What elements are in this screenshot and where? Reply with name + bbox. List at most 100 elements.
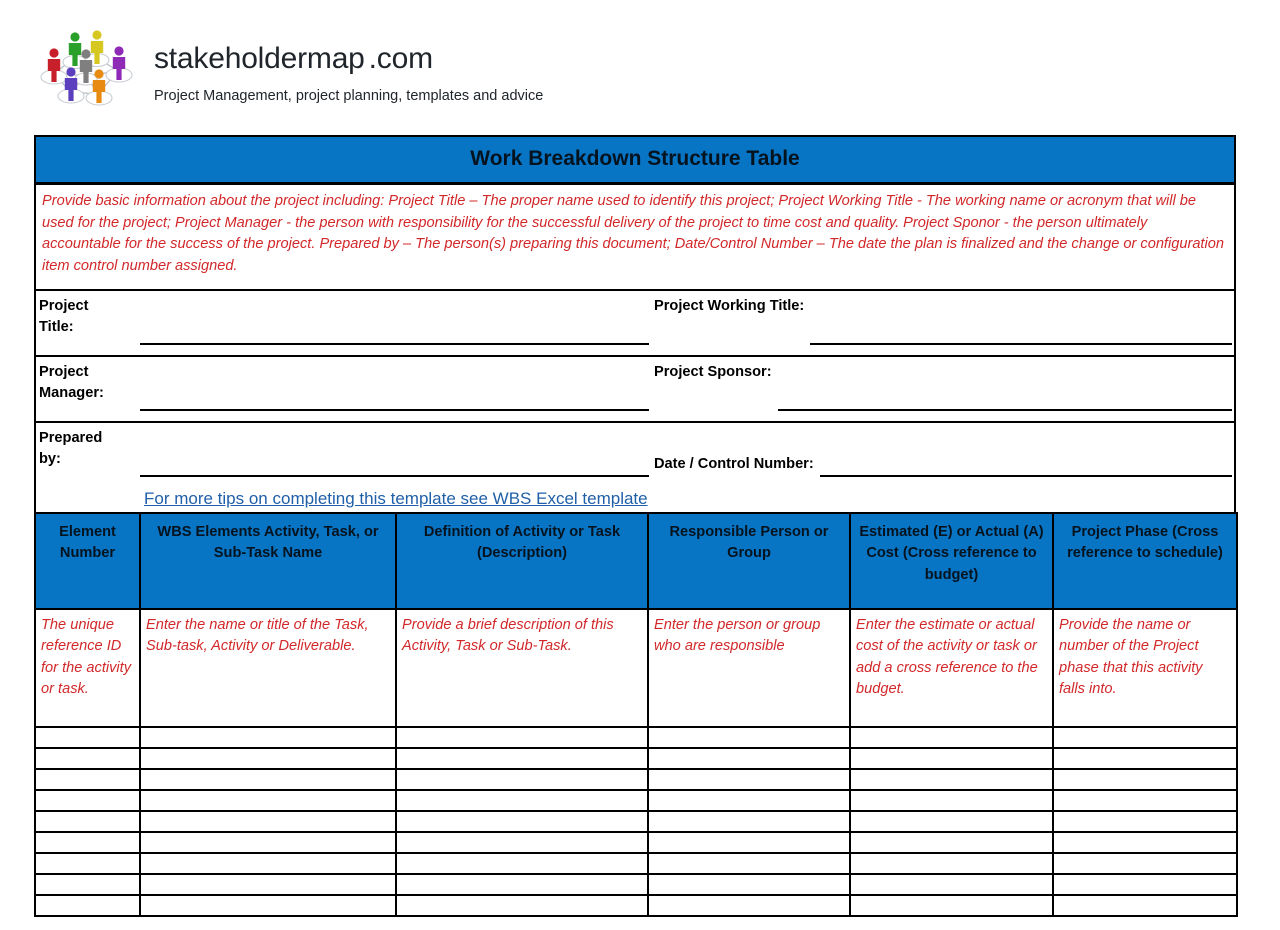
column-header-responsible: Responsible Person or Group	[647, 512, 851, 610]
label-project-manager: Project Manager:	[39, 363, 104, 401]
input-project-sponsor[interactable]	[777, 357, 1234, 421]
column-header-definition: Definition of Activity or Task (Descript…	[395, 512, 649, 610]
cell-definition[interactable]	[395, 894, 649, 917]
table-row[interactable]	[34, 726, 1238, 749]
cell-cost[interactable]	[849, 810, 1054, 833]
instructions-block: Provide basic information about the proj…	[36, 185, 1234, 289]
site-tagline: Project Management, project planning, te…	[154, 88, 544, 104]
cell-project-phase[interactable]	[1052, 789, 1238, 812]
cell-cost[interactable]	[849, 726, 1054, 749]
wbs-template-page: stakeholdermap .com Project Management, p…	[0, 0, 1280, 930]
wbs-document: Work Breakdown Structure Table Provide b…	[34, 135, 1236, 515]
info-cell-project-working-title: Project Working Title:	[651, 291, 1234, 355]
column-header-element-number: Element Number	[34, 512, 141, 610]
column-header-wbs-elements: WBS Elements Activity, Task, or Sub-Task…	[139, 512, 397, 610]
info-cell-date-control-number: Date / Control Number:	[651, 423, 1234, 487]
cell-element-number[interactable]	[34, 789, 141, 812]
cell-wbs-elements[interactable]	[139, 747, 397, 770]
cell-wbs-elements[interactable]	[139, 789, 397, 812]
cell-responsible[interactable]	[647, 726, 851, 749]
cell-responsible[interactable]	[647, 873, 851, 896]
cell-cost[interactable]	[849, 747, 1054, 770]
cell-definition[interactable]	[395, 873, 649, 896]
cell-cost[interactable]	[849, 831, 1054, 854]
cell-definition[interactable]	[395, 831, 649, 854]
wbs-excel-template-link[interactable]: For more tips on completing this templat…	[144, 489, 648, 508]
table-row[interactable]	[34, 768, 1238, 791]
cell-cost[interactable]	[849, 768, 1054, 791]
cell-definition[interactable]	[395, 852, 649, 875]
label-project-working-title: Project Working Title:	[654, 297, 805, 314]
cell-project-phase[interactable]	[1052, 831, 1238, 854]
cell-wbs-elements[interactable]	[139, 873, 397, 896]
cell-wbs-elements[interactable]	[139, 726, 397, 749]
table-row[interactable]	[34, 747, 1238, 770]
label-prepared-by: Prepared by:	[39, 429, 103, 467]
example-cell-project-phase: Provide the name or number of the Projec…	[1052, 608, 1238, 728]
cell-project-phase[interactable]	[1052, 873, 1238, 896]
cell-responsible[interactable]	[647, 768, 851, 791]
table-row[interactable]	[34, 789, 1238, 812]
cell-project-phase[interactable]	[1052, 852, 1238, 875]
cell-definition[interactable]	[395, 768, 649, 791]
cell-wbs-elements[interactable]	[139, 852, 397, 875]
site-branding: stakeholdermap .com Project Management, p…	[34, 26, 543, 108]
table-row[interactable]	[34, 894, 1238, 917]
cell-project-phase[interactable]	[1052, 747, 1238, 770]
cell-element-number[interactable]	[34, 747, 141, 770]
info-cell-project-title: Project Title:	[36, 291, 651, 355]
cell-responsible[interactable]	[647, 831, 851, 854]
cell-wbs-elements[interactable]	[139, 768, 397, 791]
cell-cost[interactable]	[849, 852, 1054, 875]
cell-definition[interactable]	[395, 789, 649, 812]
cell-element-number[interactable]	[34, 852, 141, 875]
table-row[interactable]	[34, 810, 1238, 833]
cell-cost[interactable]	[849, 789, 1054, 812]
instructions-text: Provide basic information about the proj…	[42, 193, 1224, 275]
cell-definition[interactable]	[395, 747, 649, 770]
label-project-title: Project Title:	[39, 297, 89, 335]
cell-responsible[interactable]	[647, 747, 851, 770]
input-project-working-title[interactable]	[810, 291, 1234, 355]
stakeholder-network-people-logo-icon	[34, 26, 142, 108]
wbs-elements-table: Element Number WBS Elements Activity, Ta…	[34, 512, 1238, 917]
document-title: Work Breakdown Structure Table	[470, 147, 800, 170]
cell-responsible[interactable]	[647, 894, 851, 917]
cell-project-phase[interactable]	[1052, 768, 1238, 791]
cell-cost[interactable]	[849, 873, 1054, 896]
column-header-cost: Estimated (E) or Actual (A) Cost (Cross …	[849, 512, 1054, 610]
cell-project-phase[interactable]	[1052, 894, 1238, 917]
cell-definition[interactable]	[395, 810, 649, 833]
info-row: Project Title: Project Working Title:	[36, 288, 1234, 355]
input-project-manager[interactable]	[140, 357, 651, 421]
column-header-project-phase: Project Phase (Cross reference to schedu…	[1052, 512, 1238, 610]
cell-element-number[interactable]	[34, 831, 141, 854]
info-row: Prepared by: Date / Control Number:	[36, 420, 1234, 487]
cell-responsible[interactable]	[647, 852, 851, 875]
cell-cost[interactable]	[849, 894, 1054, 917]
cell-wbs-elements[interactable]	[139, 831, 397, 854]
example-cell-cost: Enter the estimate or actual cost of the…	[849, 608, 1054, 728]
cell-element-number[interactable]	[34, 810, 141, 833]
input-prepared-by[interactable]	[140, 423, 651, 487]
cell-responsible[interactable]	[647, 789, 851, 812]
cell-definition[interactable]	[395, 726, 649, 749]
label-date-control-number: Date / Control Number:	[654, 456, 814, 473]
example-cell-responsible: Enter the person or group who are respon…	[647, 608, 851, 728]
cell-element-number[interactable]	[34, 873, 141, 896]
info-cell-project-sponsor: Project Sponsor:	[651, 357, 1234, 421]
cell-wbs-elements[interactable]	[139, 894, 397, 917]
cell-wbs-elements[interactable]	[139, 810, 397, 833]
input-project-title[interactable]	[140, 291, 651, 355]
table-row[interactable]	[34, 852, 1238, 875]
cell-responsible[interactable]	[647, 810, 851, 833]
cell-element-number[interactable]	[34, 768, 141, 791]
cell-element-number[interactable]	[34, 726, 141, 749]
cell-element-number[interactable]	[34, 894, 141, 917]
cell-project-phase[interactable]	[1052, 810, 1238, 833]
table-row[interactable]	[34, 831, 1238, 854]
cell-project-phase[interactable]	[1052, 726, 1238, 749]
table-row[interactable]	[34, 873, 1238, 896]
input-date-control-number[interactable]	[819, 423, 1234, 487]
site-name-tld: .com	[368, 42, 433, 75]
